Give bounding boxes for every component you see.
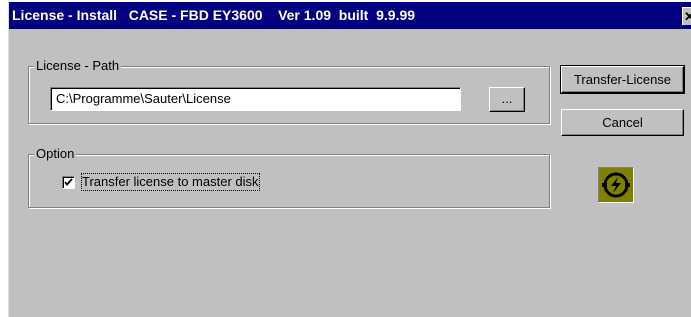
sauter-emblem xyxy=(602,172,630,198)
cancel-button[interactable]: Cancel xyxy=(561,109,684,136)
browse-button[interactable]: ... xyxy=(489,87,525,112)
option-group: Option Transfer license to master disk xyxy=(28,146,550,208)
window-title: License - Install CASE - FBD EY3600 Ver … xyxy=(12,7,416,23)
checkmark-icon xyxy=(64,178,73,186)
transfer-license-button[interactable]: Transfer-License xyxy=(560,65,685,94)
transfer-to-master-label[interactable]: Transfer license to master disk xyxy=(81,173,260,191)
license-path-group-label: License - Path xyxy=(34,58,122,74)
license-install-dialog: License - Install CASE - FBD EY3600 Ver … xyxy=(8,2,691,317)
title-bar: License - Install CASE - FBD EY3600 Ver … xyxy=(9,2,691,29)
sauter-logo-icon xyxy=(598,167,634,203)
option-group-label: Option xyxy=(34,146,77,162)
transfer-to-master-checkbox[interactable] xyxy=(62,176,75,189)
license-path-group: License - Path C:\Programme\Sauter\Licen… xyxy=(28,58,550,124)
license-path-input[interactable]: C:\Programme\Sauter\License xyxy=(50,87,461,111)
close-icon[interactable]: ✕ xyxy=(682,7,691,25)
